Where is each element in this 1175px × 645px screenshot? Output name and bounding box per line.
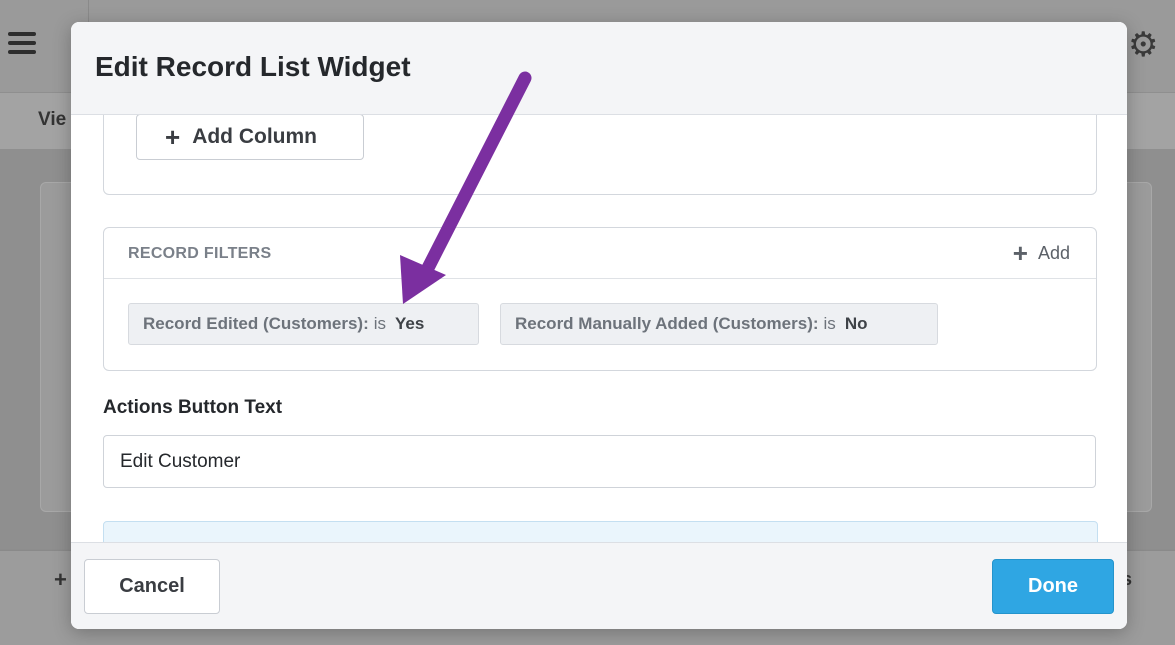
- add-filter-label: Add: [1037, 242, 1070, 263]
- plus-icon: +: [1012, 238, 1028, 268]
- dialog-footer: Cancel Done: [71, 542, 1127, 629]
- filter-value: No: [844, 314, 868, 333]
- background-view-tab[interactable]: Vie: [38, 109, 66, 131]
- dialog-title: Edit Record List Widget: [95, 51, 411, 82]
- filter-chip-record-edited[interactable]: Record Edited (Customers): is Yes: [128, 303, 479, 345]
- actions-button-text-input[interactable]: [103, 435, 1096, 488]
- cancel-button[interactable]: Cancel: [84, 559, 220, 614]
- info-panel: [103, 521, 1098, 542]
- hamburger-menu-icon[interactable]: [8, 32, 36, 59]
- filter-chip-record-manually-added[interactable]: Record Manually Added (Customers): is No: [500, 303, 938, 345]
- done-button[interactable]: Done: [992, 559, 1114, 614]
- dialog-header: Edit Record List Widget: [71, 22, 1127, 115]
- add-column-button[interactable]: + Add Column: [136, 115, 364, 160]
- edit-record-list-widget-dialog: Edit Record List Widget + Add Column REC…: [71, 22, 1127, 629]
- filter-value: Yes: [395, 314, 425, 333]
- filter-operator: is: [823, 314, 836, 333]
- columns-panel: + Add Column: [103, 115, 1097, 195]
- add-column-label: Add Column: [192, 125, 317, 148]
- record-filters-header: RECORD FILTERS + Add: [104, 228, 1096, 279]
- actions-button-text-label: Actions Button Text: [103, 397, 283, 418]
- add-filter-button[interactable]: + Add: [1013, 240, 1070, 266]
- filter-field: Record Manually Added (Customers):: [515, 314, 819, 333]
- gear-icon[interactable]: ⚙: [1128, 28, 1158, 62]
- record-filters-panel: RECORD FILTERS + Add Record Edited (Cust…: [103, 227, 1097, 371]
- dialog-body[interactable]: + Add Column RECORD FILTERS + Add Record…: [71, 115, 1127, 542]
- filter-operator: is: [373, 314, 387, 333]
- record-filters-title: RECORD FILTERS: [128, 245, 272, 262]
- background-plus-icon: +: [54, 567, 67, 592]
- filter-field: Record Edited (Customers):: [143, 314, 369, 333]
- plus-icon: +: [165, 122, 181, 152]
